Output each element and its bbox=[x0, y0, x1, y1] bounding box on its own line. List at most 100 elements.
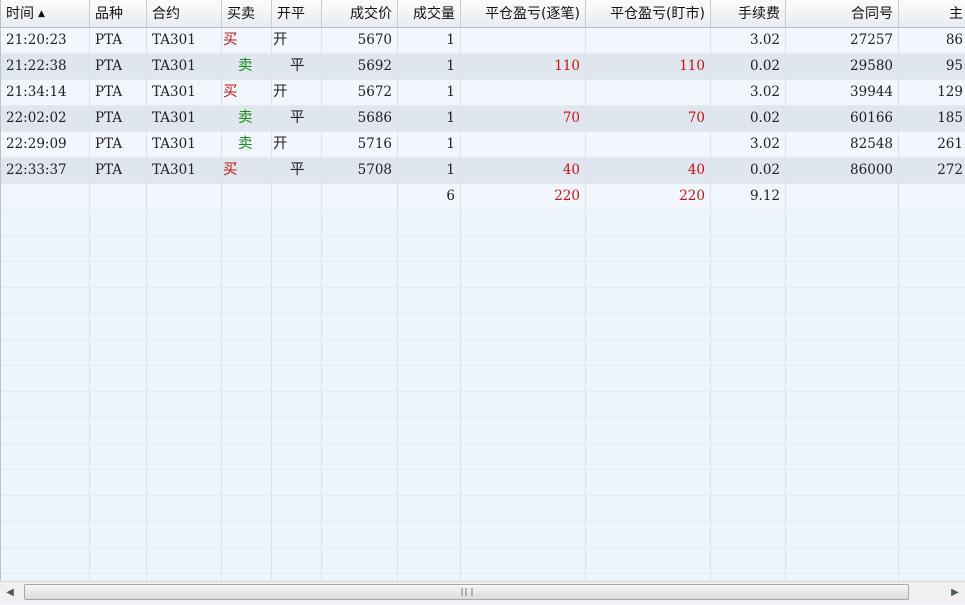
open-close-cell: 平 bbox=[272, 158, 322, 183]
col-header-contract-no[interactable]: 合同号 bbox=[786, 0, 899, 27]
empty-cell bbox=[398, 496, 461, 521]
empty-cell bbox=[398, 522, 461, 547]
extra-cell: 86 bbox=[899, 28, 965, 53]
table-row[interactable]: 22:33:37 PTA TA301 买平 5708 1 40 40 0.02 86000 272 bbox=[1, 158, 965, 184]
empty-cell bbox=[461, 392, 586, 417]
empty-cell bbox=[222, 366, 272, 391]
table-row[interactable]: 21:34:14 PTA TA301 买开 5672 1 3.02 39944 129 bbox=[1, 80, 965, 106]
table-row[interactable]: 22:02:02 PTA TA301 卖平 5686 1 70 70 0.02 60166 185 bbox=[1, 106, 965, 132]
empty-cell bbox=[272, 548, 322, 573]
empty-cell bbox=[272, 210, 322, 235]
product-cell: PTA bbox=[90, 158, 147, 183]
empty-row bbox=[1, 236, 965, 262]
volume-cell: 1 bbox=[398, 28, 461, 53]
empty-cell bbox=[322, 548, 398, 573]
summary-empty-cell bbox=[899, 184, 965, 209]
contract-cell: TA301 bbox=[147, 54, 222, 79]
empty-cell bbox=[786, 444, 899, 469]
empty-cell bbox=[461, 548, 586, 573]
empty-cell bbox=[1, 470, 90, 495]
empty-row bbox=[1, 392, 965, 418]
table-row[interactable]: 21:20:23 PTA TA301 买开 5670 1 3.02 27257 86 bbox=[1, 28, 965, 54]
empty-cell bbox=[711, 236, 786, 261]
empty-cell bbox=[147, 236, 222, 261]
time-cell: 22:02:02 bbox=[1, 106, 90, 131]
empty-cell bbox=[90, 548, 147, 573]
empty-row bbox=[1, 288, 965, 314]
col-header-side[interactable]: 买卖 bbox=[222, 0, 272, 27]
col-header-contract[interactable]: 合约 bbox=[147, 0, 222, 27]
empty-cell bbox=[322, 392, 398, 417]
open-close-cell: 平 bbox=[272, 106, 322, 131]
col-header-extra[interactable]: 主 bbox=[899, 0, 965, 27]
empty-cell bbox=[222, 574, 272, 580]
scroll-left-arrow-icon[interactable]: ◀ bbox=[0, 582, 20, 603]
empty-cell bbox=[711, 392, 786, 417]
col-header-pnl-mtm[interactable]: 平仓盈亏(盯市) bbox=[586, 0, 711, 27]
col-header-open-close[interactable]: 开平 bbox=[272, 0, 322, 27]
empty-cell bbox=[398, 288, 461, 313]
volume-cell: 1 bbox=[398, 106, 461, 131]
empty-cell bbox=[586, 496, 711, 521]
extra-cell: 95 bbox=[899, 54, 965, 79]
empty-cell bbox=[899, 236, 965, 261]
scrollbar-thumb[interactable] bbox=[24, 584, 909, 600]
contract-no-cell: 29580 bbox=[786, 54, 899, 79]
open-close-cell: 开 bbox=[272, 28, 322, 53]
open-close-cell: 开 bbox=[272, 80, 322, 105]
price-cell: 5670 bbox=[322, 28, 398, 53]
empty-cell bbox=[322, 340, 398, 365]
empty-cell bbox=[461, 418, 586, 443]
contract-no-cell: 27257 bbox=[786, 28, 899, 53]
empty-cell bbox=[899, 522, 965, 547]
pnl-mtm-cell bbox=[586, 28, 711, 53]
contract-no-cell: 86000 bbox=[786, 158, 899, 183]
empty-cell bbox=[222, 522, 272, 547]
empty-cell bbox=[711, 366, 786, 391]
col-header-fee[interactable]: 手续费 bbox=[711, 0, 786, 27]
empty-cell bbox=[147, 392, 222, 417]
empty-cell bbox=[322, 314, 398, 339]
col-header-label: 开平 bbox=[277, 6, 305, 22]
summary-empty-cell bbox=[222, 184, 272, 209]
col-header-label: 时间 bbox=[6, 6, 34, 22]
empty-cell bbox=[398, 314, 461, 339]
contract-cell: TA301 bbox=[147, 158, 222, 183]
horizontal-scrollbar[interactable]: ◀ ▶ bbox=[0, 581, 965, 603]
empty-cell bbox=[1, 340, 90, 365]
empty-cell bbox=[222, 392, 272, 417]
empty-cell bbox=[586, 548, 711, 573]
empty-cell bbox=[147, 470, 222, 495]
side-cell: 卖 bbox=[222, 54, 272, 79]
empty-cell bbox=[147, 418, 222, 443]
col-header-price[interactable]: 成交价 bbox=[322, 0, 398, 27]
empty-cell bbox=[90, 470, 147, 495]
empty-cell bbox=[711, 496, 786, 521]
price-cell: 5692 bbox=[322, 54, 398, 79]
col-header-pnl-trade[interactable]: 平仓盈亏(逐笔) bbox=[461, 0, 586, 27]
col-header-volume[interactable]: 成交量 bbox=[398, 0, 461, 27]
grip-icon bbox=[461, 588, 472, 596]
price-cell: 5708 bbox=[322, 158, 398, 183]
empty-cell bbox=[711, 314, 786, 339]
empty-row bbox=[1, 418, 965, 444]
empty-row bbox=[1, 210, 965, 236]
empty-cell bbox=[272, 444, 322, 469]
empty-cell bbox=[899, 444, 965, 469]
table-row[interactable]: 22:29:09 PTA TA301 卖开 5716 1 3.02 82548 261 bbox=[1, 132, 965, 158]
empty-cell bbox=[222, 444, 272, 469]
side-cell: 买 bbox=[222, 28, 272, 53]
volume-cell: 1 bbox=[398, 54, 461, 79]
empty-cell bbox=[398, 470, 461, 495]
product-cell: PTA bbox=[90, 80, 147, 105]
scroll-right-arrow-icon[interactable]: ▶ bbox=[945, 582, 965, 603]
empty-cell bbox=[461, 340, 586, 365]
col-header-product[interactable]: 品种 bbox=[90, 0, 147, 27]
table-row[interactable]: 21:22:38 PTA TA301 卖平 5692 1 110 110 0.02 29580 95 bbox=[1, 54, 965, 80]
empty-cell bbox=[90, 496, 147, 521]
col-header-time[interactable]: 时间 ▲ bbox=[1, 0, 90, 27]
empty-cell bbox=[711, 574, 786, 580]
empty-cell bbox=[322, 496, 398, 521]
empty-cell bbox=[398, 392, 461, 417]
extra-cell: 129 bbox=[899, 80, 965, 105]
